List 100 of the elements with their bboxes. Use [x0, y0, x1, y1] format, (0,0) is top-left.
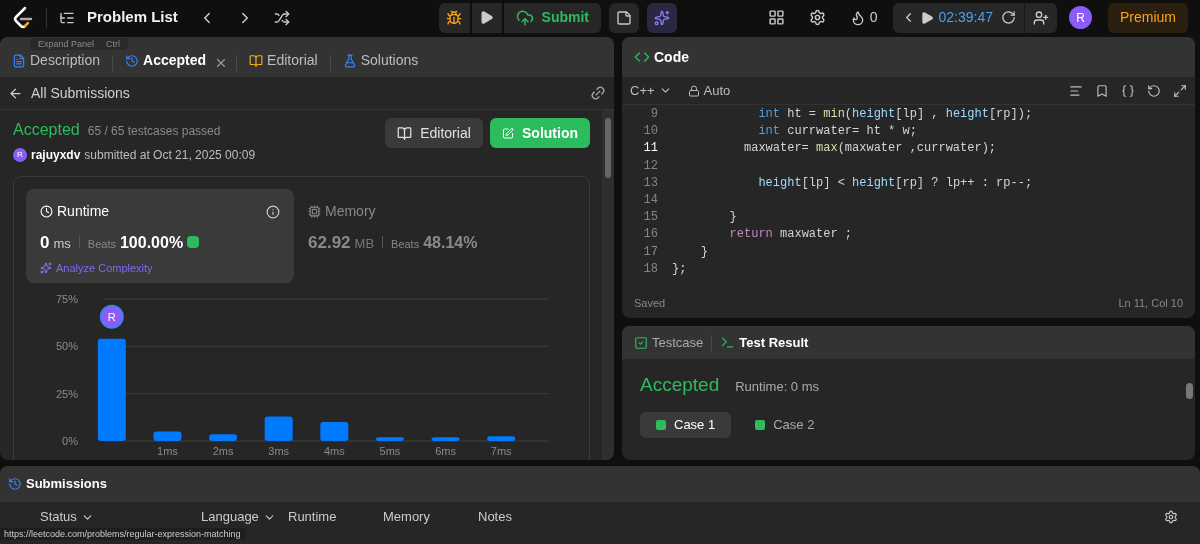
reset-icon[interactable] — [1147, 83, 1161, 98]
user-marker: R — [99, 304, 124, 329]
line-number: 18 — [642, 260, 659, 278]
shuffle-icon[interactable] — [273, 9, 290, 26]
layout-icon[interactable] — [767, 9, 785, 26]
history-icon — [125, 53, 140, 68]
document-icon — [12, 53, 26, 68]
bookmark-icon[interactable] — [1095, 83, 1109, 98]
panel-title: Submissions — [26, 475, 107, 494]
column-header[interactable]: Memory — [383, 507, 430, 527]
reset-icon[interactable] — [1001, 10, 1016, 25]
panel-tab[interactable]: Accepted — [121, 50, 211, 71]
submitted-text: submitted at Oct 21, 2025 00:09 — [84, 147, 256, 164]
tooltip-label: Expand Panel — [38, 38, 95, 50]
axis-label: 75% — [55, 293, 78, 305]
bar[interactable] — [209, 434, 238, 441]
code-line: maxwater= max(maxwater ,currwater); — [743, 140, 997, 158]
stat-card[interactable]: Runtime 0 ms Beats 100.00% Analyze Complexity — [26, 189, 294, 283]
flask-icon — [342, 53, 357, 68]
panel-tab[interactable]: Solutions — [338, 50, 423, 71]
status-url: https://leetcode.com/problems/regular-expression-matching — [0, 528, 245, 540]
book-icon — [249, 53, 264, 68]
settings-icon[interactable] — [808, 9, 826, 26]
run-button[interactable] — [471, 2, 502, 33]
code-line: int ht = min(height[lp] , height[rp]); — [757, 106, 1033, 123]
column-header[interactable]: Status — [40, 507, 77, 527]
note-button[interactable] — [609, 2, 639, 33]
case-tab[interactable]: Case 2 — [739, 411, 831, 438]
syntax-select[interactable]: C++ — [630, 80, 672, 101]
beats-value: 100.00% — [119, 233, 184, 253]
code-line: } — [728, 209, 737, 227]
case-tab[interactable]: Case 1 — [640, 411, 732, 438]
cloud-upload-icon — [515, 8, 534, 27]
logo-icon[interactable] — [12, 5, 34, 30]
play-icon[interactable] — [920, 10, 935, 25]
timer-text: 02:39:47 — [938, 8, 993, 27]
info-icon[interactable] — [266, 204, 280, 219]
chip-icon — [308, 205, 321, 218]
axis-label: 50% — [55, 340, 78, 353]
bar[interactable] — [431, 437, 460, 441]
format-icon[interactable] — [1069, 83, 1083, 98]
streak-count: 0 — [869, 8, 878, 27]
stat-title: Runtime — [57, 202, 110, 221]
line-number: 16 — [642, 226, 659, 244]
column-header[interactable]: Runtime — [288, 507, 337, 527]
ai-button[interactable] — [647, 2, 677, 33]
scrollbar[interactable] — [602, 110, 614, 460]
bar[interactable] — [320, 422, 349, 441]
beats-label: Beats — [391, 237, 420, 252]
axis-label: 0% — [62, 435, 78, 447]
premium-button[interactable]: Premium — [1108, 2, 1188, 33]
avatar[interactable]: R — [1069, 6, 1092, 29]
line-number: 14 — [642, 192, 659, 209]
bug-icon — [446, 9, 463, 26]
bar[interactable] — [375, 437, 404, 441]
code-line: return maxwater ; — [728, 226, 853, 244]
problem-list-link[interactable]: Problem List — [87, 6, 178, 29]
column-header[interactable]: Notes — [478, 507, 512, 527]
axis-label: 7ms — [490, 445, 512, 457]
all-submissions-link[interactable]: All Submissions — [31, 82, 130, 104]
runtime-text: Runtime: 0 ms — [735, 378, 820, 396]
bar[interactable] — [153, 431, 182, 441]
code-line: height[lp] < height[rp] ? lp++ : rp--; — [757, 174, 1033, 192]
stat-unit: ms — [53, 235, 71, 253]
book-icon — [397, 125, 413, 141]
sparkle-icon — [40, 261, 52, 274]
submit-button[interactable]: Submit — [503, 2, 601, 33]
column-header[interactable]: Language — [201, 507, 259, 527]
line-number: 12 — [642, 157, 659, 175]
checkbox-icon — [634, 335, 648, 350]
bar[interactable] — [264, 416, 293, 441]
debug-button[interactable] — [438, 2, 470, 33]
testcases-text: 65 / 65 testcases passed — [87, 123, 221, 140]
stat-card[interactable]: Memory 62.92 MB Beats 48.14% — [294, 189, 562, 283]
axis-label: 6ms — [435, 445, 456, 457]
axis-label: 25% — [55, 387, 78, 400]
saved-text: Saved — [634, 295, 666, 311]
bar[interactable] — [487, 436, 516, 441]
bar[interactable] — [97, 338, 126, 441]
settings-icon[interactable] — [1164, 510, 1178, 524]
code-line: }; — [672, 260, 687, 278]
panel-title: Code — [654, 47, 689, 67]
braces-icon[interactable] — [1121, 83, 1135, 98]
line-number: 13 — [642, 174, 659, 192]
stat-title: Memory — [325, 202, 376, 221]
line-number: 9 — [649, 106, 659, 123]
panel-tab[interactable]: Description — [8, 50, 105, 71]
stat-value: 62.92 — [308, 232, 351, 254]
result-tab[interactable]: Testcase — [634, 332, 704, 353]
editorial-button[interactable]: Editorial — [385, 118, 483, 148]
note-icon — [616, 9, 632, 26]
panel-tab[interactable]: Editorial — [245, 50, 322, 71]
tooltip-shortcut: Ctrl — [106, 38, 121, 50]
result-tab[interactable]: Test Result — [720, 332, 809, 353]
expand-icon[interactable] — [1173, 83, 1187, 98]
username[interactable]: rajuyxdv — [31, 146, 81, 164]
axis-label: 2ms — [212, 445, 234, 457]
back-icon[interactable] — [8, 85, 23, 101]
add-user-icon[interactable] — [1033, 9, 1049, 26]
axis-label: 5ms — [379, 445, 401, 457]
